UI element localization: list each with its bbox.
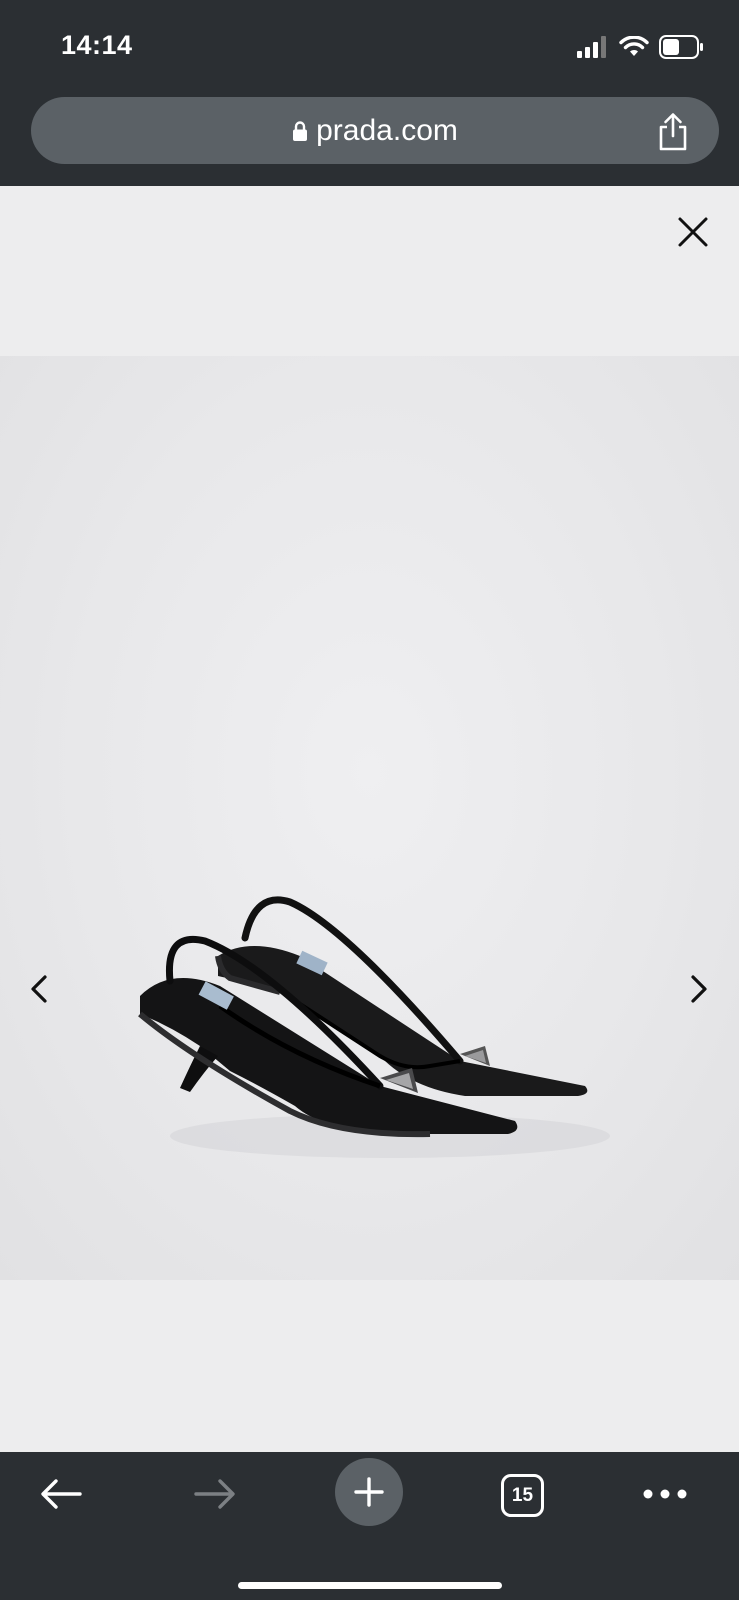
battery-icon <box>659 35 703 59</box>
address-display[interactable]: prada.com <box>31 97 719 164</box>
image-viewer <box>0 186 739 1452</box>
back-button[interactable] <box>36 1474 86 1514</box>
share-icon[interactable] <box>655 112 691 152</box>
status-time: 14:14 <box>61 30 133 60</box>
browser-top-bar: prada.com <box>0 92 739 186</box>
status-bar: 14:14 <box>0 0 739 92</box>
address-bar[interactable]: prada.com <box>31 97 719 164</box>
more-dots-icon <box>643 1489 687 1499</box>
forward-button[interactable] <box>190 1474 240 1514</box>
more-menu-button[interactable] <box>641 1474 689 1514</box>
arrow-right-icon <box>194 1479 235 1509</box>
new-tab-button[interactable] <box>335 1458 403 1526</box>
browser-toolbar: 15 <box>0 1452 739 1600</box>
home-indicator[interactable] <box>238 1582 502 1589</box>
arrow-left-icon <box>41 1479 82 1509</box>
url-text: prada.com <box>316 113 458 147</box>
shoes-illustration <box>138 896 610 1158</box>
lock-icon <box>293 120 308 141</box>
close-icon[interactable] <box>675 214 711 250</box>
product-image[interactable] <box>0 356 739 1280</box>
tab-switcher-button[interactable]: 15 <box>501 1474 544 1517</box>
chevron-right-icon[interactable] <box>684 971 714 1007</box>
cellular-signal-icon <box>577 36 606 58</box>
status-icons <box>577 32 705 62</box>
chevron-left-icon[interactable] <box>24 971 54 1007</box>
plus-icon <box>354 1477 384 1507</box>
wifi-icon <box>619 36 649 56</box>
